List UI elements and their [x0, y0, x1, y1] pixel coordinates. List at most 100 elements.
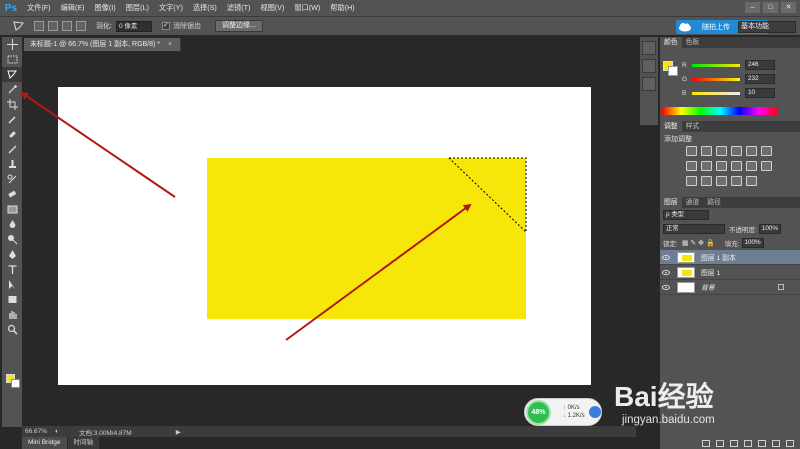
menu-select[interactable]: 选择(S): [188, 3, 222, 13]
levels-icon[interactable]: [701, 146, 712, 156]
new-selection-icon[interactable]: [34, 21, 44, 31]
tab-mini-bridge[interactable]: Mini Bridge: [22, 437, 68, 449]
info-panel-icon[interactable]: [642, 77, 656, 91]
menu-layer[interactable]: 图层(L): [121, 3, 154, 13]
fx-icon[interactable]: [716, 439, 724, 447]
background-color-swatch[interactable]: [11, 379, 20, 388]
crop-tool[interactable]: [2, 97, 22, 112]
shape-tool[interactable]: [2, 292, 22, 307]
type-tool[interactable]: [2, 262, 22, 277]
healing-tool[interactable]: [2, 127, 22, 142]
exposure-icon[interactable]: [731, 146, 742, 156]
brush-tool[interactable]: [2, 142, 22, 157]
tab-channels[interactable]: 通道: [682, 197, 704, 208]
antialias-checkbox[interactable]: ✓: [161, 22, 170, 30]
menu-filter[interactable]: 滤镜(T): [222, 3, 256, 13]
red-value[interactable]: 246: [745, 60, 775, 70]
color-lookup-icon[interactable]: [746, 161, 757, 171]
menu-window[interactable]: 窗口(W): [289, 3, 325, 13]
maximize-button[interactable]: □: [763, 2, 778, 13]
green-value[interactable]: 232: [745, 74, 775, 84]
eraser-tool[interactable]: [2, 187, 22, 202]
green-slider[interactable]: G 232: [682, 73, 798, 85]
status-menu-icon[interactable]: ◐: [55, 428, 59, 435]
menu-file[interactable]: 文件(F): [22, 3, 56, 13]
tab-timeline[interactable]: 时间轴: [67, 437, 101, 449]
vibrance-icon[interactable]: [746, 146, 757, 156]
posterize-icon[interactable]: [701, 176, 712, 186]
blur-tool[interactable]: [2, 217, 22, 232]
stamp-tool[interactable]: [2, 157, 22, 172]
tool-preset-picker[interactable]: [8, 19, 30, 33]
history-panel-icon[interactable]: [642, 41, 656, 55]
layer-row[interactable]: 图层 1: [660, 265, 800, 280]
layer-name[interactable]: 图层 1 副本: [701, 252, 736, 262]
eye-icon[interactable]: [660, 251, 672, 263]
gradient-tool[interactable]: [2, 202, 22, 217]
status-arrow-icon[interactable]: ▶: [176, 428, 181, 436]
threshold-icon[interactable]: [716, 176, 727, 186]
curves-icon[interactable]: [716, 146, 727, 156]
layer-row[interactable]: 图层 1 副本: [660, 250, 800, 265]
layer-row[interactable]: 背景: [660, 280, 800, 295]
brightness-icon[interactable]: [686, 146, 697, 156]
history-brush-tool[interactable]: [2, 172, 22, 187]
tab-styles[interactable]: 样式: [682, 121, 704, 132]
workspace-select[interactable]: 基本功能: [738, 21, 796, 33]
add-selection-icon[interactable]: [48, 21, 58, 31]
minimize-button[interactable]: –: [745, 2, 760, 13]
blue-slider[interactable]: B 10: [682, 87, 798, 99]
close-button[interactable]: ✕: [781, 2, 796, 13]
eyedropper-tool[interactable]: [2, 112, 22, 127]
menu-edit[interactable]: 编辑(E): [56, 3, 90, 13]
menu-image[interactable]: 图像(I): [90, 3, 121, 13]
red-slider[interactable]: R 246: [682, 59, 798, 71]
tab-paths[interactable]: 路径: [703, 197, 725, 208]
move-tool[interactable]: [2, 37, 22, 52]
adjustment-layer-icon[interactable]: [744, 439, 752, 447]
selective-color-icon[interactable]: [731, 176, 742, 186]
path-select-tool[interactable]: [2, 277, 22, 292]
color-balance-icon[interactable]: [686, 161, 697, 171]
mask-icon[interactable]: [730, 439, 738, 447]
document-tab[interactable]: 未标题-1 @ 66.7% (图层 1 副本, RGB/8) * ×: [24, 38, 182, 51]
opacity-input[interactable]: 100%: [758, 224, 781, 234]
hue-saturation-icon[interactable]: [761, 146, 772, 156]
feather-input[interactable]: 0 像素: [115, 20, 152, 32]
new-layer-icon[interactable]: [772, 439, 780, 447]
folder-icon[interactable]: [758, 439, 766, 447]
intersect-selection-icon[interactable]: [76, 21, 86, 31]
red-bar[interactable]: [692, 63, 740, 67]
layer-filter-select[interactable]: ρ 类型: [663, 210, 709, 220]
fill-input[interactable]: 100%: [741, 238, 764, 248]
layer-name[interactable]: 背景: [701, 282, 715, 292]
tab-layers[interactable]: 图层: [660, 197, 682, 208]
dodge-tool[interactable]: [2, 232, 22, 247]
blue-value[interactable]: 10: [745, 88, 775, 98]
channel-mixer-icon[interactable]: [731, 161, 742, 171]
menu-view[interactable]: 视图(V): [255, 3, 289, 13]
pen-tool[interactable]: [2, 247, 22, 262]
gradient-map-icon[interactable]: [746, 176, 757, 186]
grid-icon[interactable]: [761, 161, 772, 171]
trash-icon[interactable]: [786, 439, 794, 447]
lock-icons[interactable]: ▦ ✎ ✥ 🔒: [682, 239, 715, 247]
black-white-icon[interactable]: [701, 161, 712, 171]
eye-icon[interactable]: [660, 281, 672, 293]
zoom-level[interactable]: 66.67%: [25, 428, 55, 435]
eye-icon[interactable]: [660, 266, 672, 278]
menu-help[interactable]: 帮助(H): [325, 3, 359, 13]
photo-filter-icon[interactable]: [716, 161, 727, 171]
color-spectrum[interactable]: [662, 107, 778, 115]
invert-icon[interactable]: [686, 176, 697, 186]
zoom-tool[interactable]: [2, 322, 22, 337]
tab-adjustments[interactable]: 调整: [660, 121, 682, 132]
hand-tool[interactable]: [2, 307, 22, 322]
properties-panel-icon[interactable]: [642, 59, 656, 73]
green-bar[interactable]: [692, 77, 740, 81]
quick-select-tool[interactable]: [2, 82, 22, 97]
refine-edge-button[interactable]: 调整边缘...: [214, 20, 263, 32]
blend-mode-select[interactable]: 正常: [663, 224, 725, 234]
link-icon[interactable]: [702, 439, 710, 447]
blue-bar[interactable]: [692, 91, 740, 95]
